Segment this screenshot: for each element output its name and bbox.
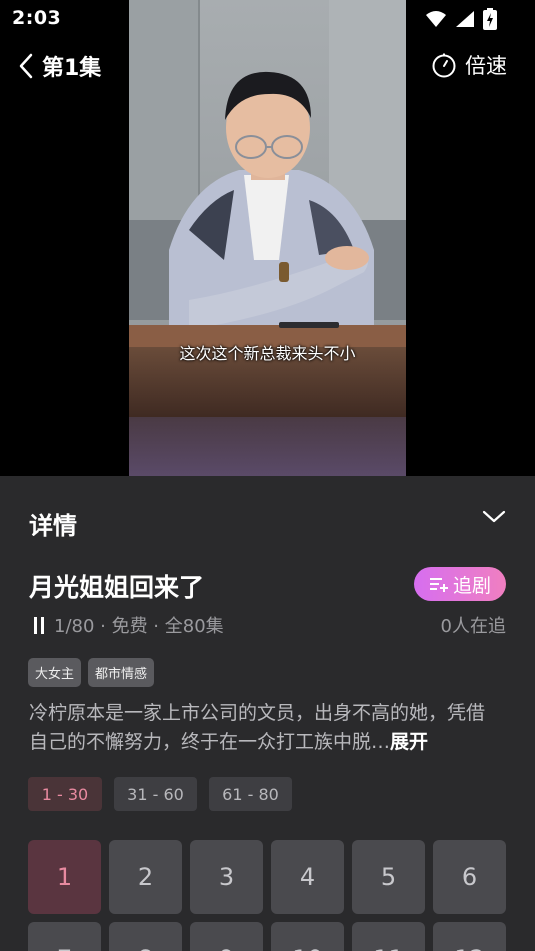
episode-grid: 1 2 3 4 5 6 7 8 9 10 11 12 bbox=[28, 840, 506, 951]
follow-count: 0人在追 bbox=[440, 616, 506, 637]
status-icons bbox=[425, 8, 497, 30]
episode-button[interactable]: 3 bbox=[190, 840, 263, 914]
episode-meta: 1/80 · 免费 · 全80集 bbox=[34, 612, 224, 638]
episode-meta-text: 1/80 · 免费 · 全80集 bbox=[54, 616, 224, 637]
back-button[interactable]: 第1集 bbox=[18, 50, 101, 82]
episode-button[interactable]: 4 bbox=[271, 840, 344, 914]
video-subtitle: 这次这个新总裁来头不小 bbox=[179, 344, 356, 363]
playback-speed-button[interactable]: 倍速 bbox=[431, 50, 507, 80]
range-tab-61-80[interactable]: 61 - 80 bbox=[209, 777, 292, 811]
range-tab-1-30[interactable]: 1 - 30 bbox=[28, 777, 102, 811]
playing-indicator-icon bbox=[34, 616, 44, 634]
drama-title: 月光姐姐回来了 bbox=[29, 573, 205, 602]
follow-drama-button[interactable]: 追剧 bbox=[414, 567, 506, 601]
chevron-left-icon bbox=[19, 53, 33, 79]
episode-button[interactable]: 6 bbox=[433, 840, 506, 914]
tag-list: 大女主 都市情感 bbox=[28, 658, 155, 687]
episode-button[interactable]: 2 bbox=[109, 840, 182, 914]
panel-title: 详情 bbox=[29, 512, 77, 540]
range-tab-31-60[interactable]: 31 - 60 bbox=[114, 777, 197, 811]
tag[interactable]: 都市情感 bbox=[88, 658, 155, 687]
description: 冷柠原本是一家上市公司的文员，出身不高的她，凭借自己的不懈努力，终于在一众打工族… bbox=[29, 699, 499, 757]
episode-button[interactable]: 8 bbox=[109, 922, 182, 951]
battery-charging-icon bbox=[483, 8, 497, 30]
episode-button[interactable]: 10 bbox=[271, 922, 344, 951]
chevron-down-icon[interactable] bbox=[481, 505, 507, 527]
wifi-icon bbox=[426, 11, 446, 27]
status-bar: 2:03 bbox=[0, 0, 535, 36]
episode-button[interactable]: 9 bbox=[190, 922, 263, 951]
speed-label: 倍速 bbox=[465, 54, 507, 78]
expand-description-link[interactable]: 展开 bbox=[390, 731, 428, 753]
cellular-signal-icon bbox=[456, 11, 474, 27]
episode-button[interactable]: 1 bbox=[28, 840, 101, 914]
status-time: 2:03 bbox=[12, 7, 62, 29]
episode-label: 第1集 bbox=[42, 56, 102, 81]
episode-button[interactable]: 11 bbox=[352, 922, 425, 951]
tag[interactable]: 大女主 bbox=[28, 658, 82, 687]
episode-button[interactable]: 7 bbox=[28, 922, 101, 951]
episode-range-tabs: 1 - 30 31 - 60 61 - 80 bbox=[28, 777, 292, 811]
add-list-icon bbox=[429, 578, 448, 592]
speed-timer-icon bbox=[432, 53, 456, 78]
player-topbar: 第1集 倍速 bbox=[0, 48, 535, 88]
episode-button[interactable]: 5 bbox=[352, 840, 425, 914]
follow-label: 追剧 bbox=[452, 574, 491, 597]
episode-button[interactable]: 12 bbox=[433, 922, 506, 951]
details-panel: 详情 月光姐姐回来了 追剧 1/80 · 免费 · 全80集 0人在追 大女主 … bbox=[0, 476, 535, 951]
